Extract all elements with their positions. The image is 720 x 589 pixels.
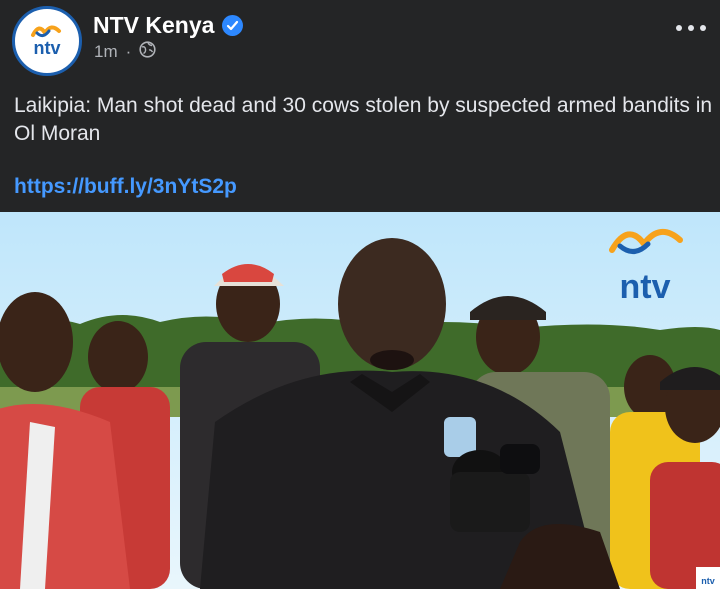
watermark-text: ntv xyxy=(620,268,671,306)
post-meta: 1m · xyxy=(94,41,156,63)
post-link[interactable]: https://buff.ly/3nYtS2p xyxy=(14,175,237,199)
avatar-logo-text: ntv xyxy=(34,38,61,58)
post-header: ntv NTV Kenya 1m · xyxy=(0,0,720,86)
post-image[interactable]: ntv ntv xyxy=(0,212,720,589)
ntv-logo-icon: ntv xyxy=(17,11,77,71)
more-options-icon[interactable] xyxy=(676,18,706,38)
post-text: Laikipia: Man shot dead and 30 cows stol… xyxy=(14,94,713,145)
page-avatar[interactable]: ntv xyxy=(12,6,82,76)
meta-separator: · xyxy=(125,42,132,61)
page-name-row: NTV Kenya xyxy=(93,12,244,39)
verified-badge-icon xyxy=(222,15,244,36)
page-name[interactable]: NTV Kenya xyxy=(93,12,214,39)
corner-badge: ntv xyxy=(696,567,720,589)
corner-badge-text: ntv xyxy=(701,576,715,586)
post-time[interactable]: 1m xyxy=(94,42,118,62)
globe-icon[interactable] xyxy=(139,41,156,63)
